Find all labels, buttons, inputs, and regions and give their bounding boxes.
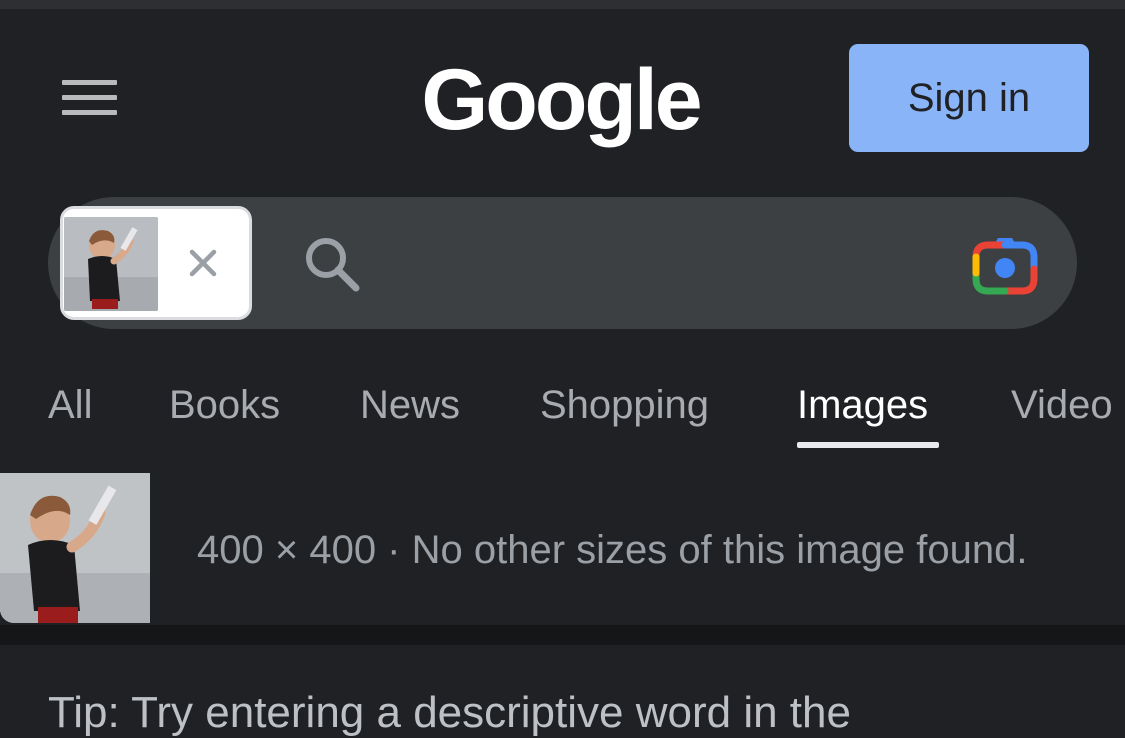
menu-bar xyxy=(62,110,117,115)
active-tab-indicator xyxy=(797,442,939,448)
section-divider xyxy=(0,625,1125,645)
tab-news[interactable]: News xyxy=(360,378,460,438)
tab-shopping[interactable]: Shopping xyxy=(540,378,709,438)
tab-videos[interactable]: Video xyxy=(1011,378,1113,438)
tab-all[interactable]: All xyxy=(48,378,92,438)
page: Google Sign in All Books News Shopping I… xyxy=(0,0,1125,738)
search-icon[interactable] xyxy=(300,232,364,296)
status-divider xyxy=(0,0,1125,9)
image-size-info: 400 × 400 · No other sizes of this image… xyxy=(197,528,1028,572)
close-icon[interactable] xyxy=(183,243,223,283)
query-image-thumbnail[interactable] xyxy=(64,217,158,311)
menu-bar xyxy=(62,95,117,100)
google-logo[interactable]: Google xyxy=(418,50,703,154)
image-query-chip[interactable] xyxy=(60,206,252,320)
result-image-thumbnail[interactable] xyxy=(0,473,150,623)
search-tip: Tip: Try entering a descriptive word in … xyxy=(48,688,851,737)
menu-bar xyxy=(62,80,117,85)
tab-images[interactable]: Images xyxy=(797,378,928,438)
lens-camera-icon[interactable] xyxy=(972,235,1038,295)
sign-in-button[interactable]: Sign in xyxy=(849,44,1089,152)
tab-books[interactable]: Books xyxy=(169,378,280,438)
menu-icon[interactable] xyxy=(58,76,122,122)
